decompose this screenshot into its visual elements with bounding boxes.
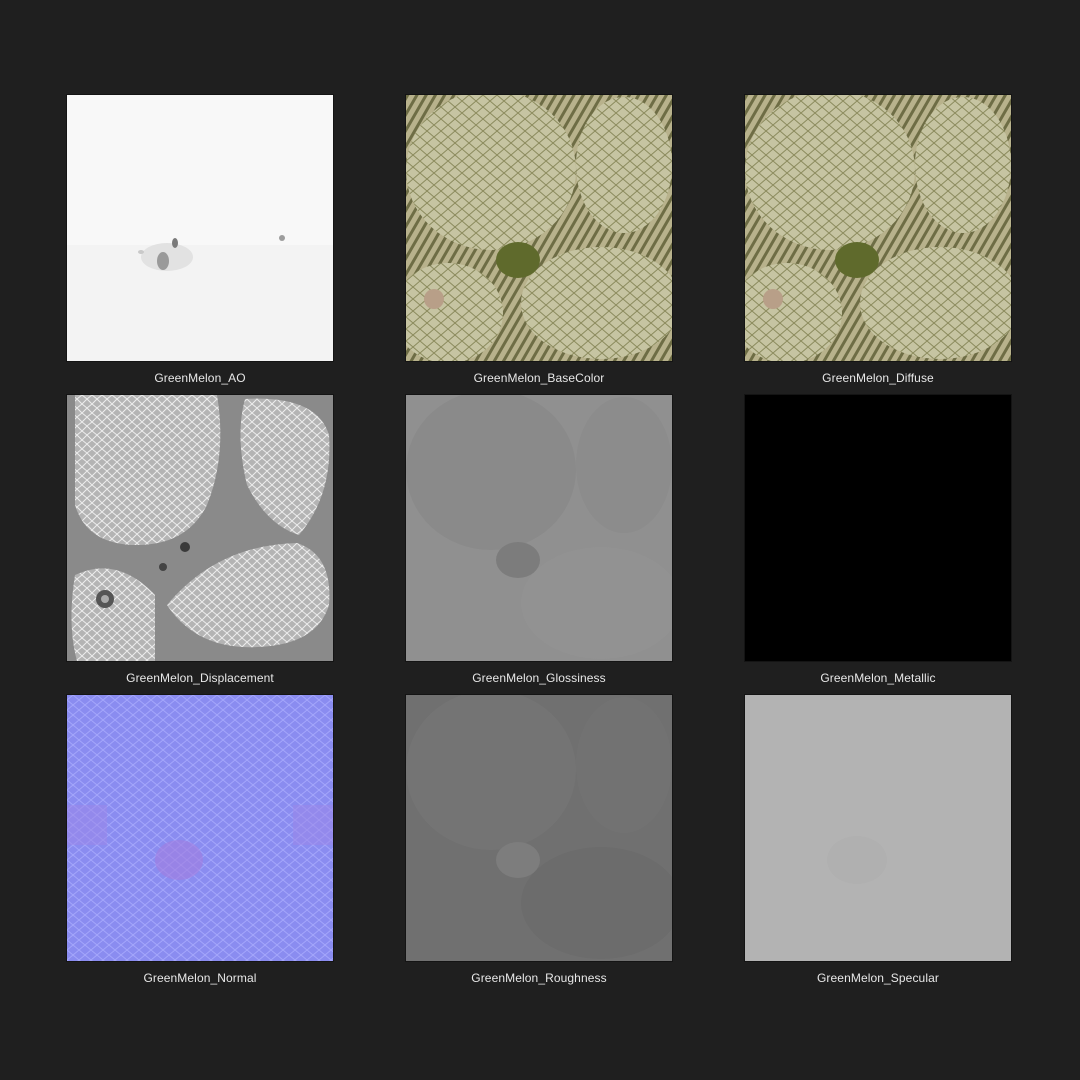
texture-tile-roughness[interactable]: GreenMelon_Roughness	[406, 695, 672, 986]
texture-map-grid: GreenMelon_AO GreenMelon_BaseColor Green…	[0, 0, 1080, 1080]
texture-thumbnail-normal[interactable]	[67, 695, 333, 961]
texture-thumbnail-basecolor[interactable]	[406, 95, 672, 361]
texture-label-roughness: GreenMelon_Roughness	[471, 971, 607, 985]
texture-label-basecolor: GreenMelon_BaseColor	[473, 371, 605, 385]
texture-label-specular: GreenMelon_Specular	[817, 971, 939, 985]
texture-thumbnail-specular[interactable]	[745, 695, 1011, 961]
texture-label-diffuse: GreenMelon_Diffuse	[822, 371, 934, 385]
texture-label-normal: GreenMelon_Normal	[143, 971, 257, 985]
texture-label-glossiness: GreenMelon_Glossiness	[472, 671, 606, 685]
texture-label-ao: GreenMelon_AO	[154, 371, 246, 385]
texture-thumbnail-roughness[interactable]	[406, 695, 672, 961]
texture-tile-specular[interactable]: GreenMelon_Specular	[745, 695, 1011, 986]
texture-label-metallic: GreenMelon_Metallic	[820, 671, 936, 685]
texture-label-displacement: GreenMelon_Displacement	[126, 671, 274, 685]
texture-tile-diffuse[interactable]: GreenMelon_Diffuse	[745, 95, 1011, 386]
texture-tile-normal[interactable]: GreenMelon_Normal	[67, 695, 333, 986]
texture-tile-basecolor[interactable]: GreenMelon_BaseColor	[406, 95, 672, 386]
texture-tile-ao[interactable]: GreenMelon_AO	[67, 95, 333, 386]
texture-thumbnail-ao[interactable]	[67, 95, 333, 361]
texture-thumbnail-glossiness[interactable]	[406, 395, 672, 661]
texture-tile-glossiness[interactable]: GreenMelon_Glossiness	[406, 395, 672, 686]
texture-tile-displacement[interactable]: GreenMelon_Displacement	[67, 395, 333, 686]
texture-thumbnail-diffuse[interactable]	[745, 95, 1011, 361]
texture-thumbnail-displacement[interactable]	[67, 395, 333, 661]
texture-tile-metallic[interactable]: GreenMelon_Metallic	[745, 395, 1011, 686]
texture-thumbnail-metallic[interactable]	[745, 395, 1011, 661]
